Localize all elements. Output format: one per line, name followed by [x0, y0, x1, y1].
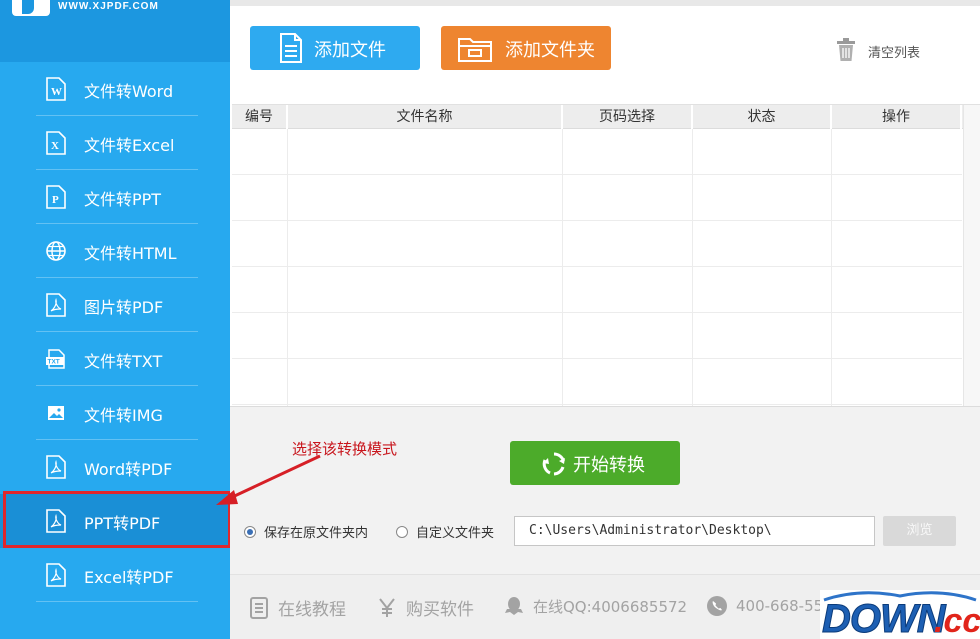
logo-url: WWW.XJPDF.COM	[58, 1, 159, 12]
footer-label: 在线QQ:4006685572	[533, 597, 688, 616]
sidebar-item-label: 图片转PDF	[84, 298, 164, 317]
sidebar-item-label: 文件转Word	[84, 82, 174, 101]
svg-text:P: P	[52, 194, 59, 206]
browse-button[interactable]: 浏览	[883, 516, 956, 546]
highlight-box	[3, 491, 231, 548]
sidebar-item-label: Word转PDF	[84, 460, 173, 479]
save-original-folder-option[interactable]: 保存在原文件夹内	[244, 522, 368, 541]
word-file-icon: W	[44, 77, 68, 101]
column-header-actions: 操作	[832, 105, 962, 129]
file-table: 编号 文件名称 页码选择 状态 操作	[232, 104, 980, 407]
start-conversion-label: 开始转换	[573, 455, 645, 476]
row-divider	[232, 220, 962, 221]
online-tutorial-link[interactable]: 在线教程	[248, 595, 346, 620]
sidebar-item-html[interactable]: 文件转HTML	[0, 224, 230, 278]
online-qq-link[interactable]: 在线QQ:4006685572	[503, 595, 687, 617]
add-file-label: 添加文件	[314, 40, 386, 61]
add-folder-button[interactable]: 添加文件夹	[441, 26, 611, 70]
options-panel	[230, 406, 980, 574]
txt-file-icon: TXT	[44, 347, 68, 371]
column-header-number: 编号	[232, 105, 288, 129]
footer-label: 在线教程	[278, 600, 346, 620]
radio-button[interactable]	[244, 525, 256, 538]
pdf-file-icon	[44, 563, 68, 587]
custom-folder-option[interactable]: 自定义文件夹	[396, 522, 494, 541]
refresh-icon	[542, 452, 566, 476]
logo-area: WWW.XJPDF.COM	[0, 0, 230, 62]
sidebar-item-label: 文件转TXT	[84, 352, 163, 371]
svg-text:.cc: .cc	[934, 602, 980, 639]
sidebar-item-excel[interactable]: X 文件转Excel	[0, 116, 230, 170]
pdf-file-icon	[44, 455, 68, 479]
document-icon	[248, 596, 270, 619]
excel-file-icon: X	[44, 131, 68, 155]
globe-icon	[44, 239, 68, 263]
image-icon	[44, 401, 68, 425]
table-scrollbar[interactable]	[963, 105, 980, 407]
column-header-filename: 文件名称	[288, 105, 563, 129]
yen-icon	[376, 597, 398, 619]
sidebar-item-label: 文件转HTML	[84, 244, 177, 263]
radio-label: 保存在原文件夹内	[264, 526, 369, 541]
sidebar-item-label: 文件转PPT	[84, 190, 162, 209]
ppt-file-icon: P	[44, 185, 68, 209]
column-divider	[287, 129, 288, 407]
logo-icon	[12, 0, 50, 16]
clear-list-label: 清空列表	[868, 46, 921, 61]
column-header-status: 状态	[693, 105, 832, 129]
buy-software-link[interactable]: 购买软件	[376, 595, 474, 620]
sidebar-item-img[interactable]: 文件转IMG	[0, 386, 230, 440]
footer-label: 购买软件	[406, 600, 474, 620]
top-strip	[230, 0, 980, 6]
svg-text:X: X	[51, 140, 59, 152]
row-divider	[232, 266, 962, 267]
row-divider	[232, 404, 962, 405]
svg-text:W: W	[51, 86, 62, 98]
phone-link[interactable]: 400-668-55	[706, 595, 823, 617]
radio-label: 自定义文件夹	[416, 526, 495, 541]
add-file-button[interactable]: 添加文件	[250, 26, 420, 70]
folder-icon	[457, 33, 493, 63]
column-header-page-select: 页码选择	[563, 105, 693, 129]
svg-text:TXT: TXT	[48, 359, 60, 366]
add-folder-label: 添加文件夹	[505, 40, 595, 61]
watermark-text: DOWN	[822, 597, 947, 639]
sidebar-item-image-to-pdf[interactable]: 图片转PDF	[0, 278, 230, 332]
row-divider	[232, 358, 962, 359]
sidebar-item-label: 文件转IMG	[84, 406, 163, 425]
phone-icon	[706, 595, 728, 617]
column-divider	[692, 129, 693, 407]
watermark-logo: DOWN .cc	[820, 590, 980, 639]
sidebar-item-word[interactable]: W 文件转Word	[0, 62, 230, 116]
output-path-input[interactable]: C:\Users\Administrator\Desktop\	[514, 516, 875, 546]
footer-label: 400-668-55	[736, 597, 824, 615]
sidebar-item-label: Excel转PDF	[84, 568, 174, 587]
row-divider	[232, 312, 962, 313]
column-divider	[831, 129, 832, 407]
qq-icon	[503, 595, 525, 617]
trash-icon	[836, 38, 856, 62]
annotation-arrow	[216, 454, 321, 505]
sidebar-item-ppt[interactable]: P 文件转PPT	[0, 170, 230, 224]
radio-button[interactable]	[396, 525, 408, 538]
sidebar-item-label: 文件转Excel	[84, 136, 175, 155]
row-divider	[232, 174, 962, 175]
document-icon	[278, 33, 304, 63]
start-conversion-button[interactable]: 开始转换	[510, 441, 680, 485]
sidebar-item-excel-to-pdf[interactable]: Excel转PDF	[0, 548, 230, 602]
column-divider	[562, 129, 563, 407]
table-header: 编号 文件名称 页码选择 状态 操作	[232, 105, 980, 129]
pdf-file-icon	[44, 293, 68, 317]
sidebar-item-word-to-pdf[interactable]: Word转PDF	[0, 440, 230, 494]
sidebar-item-txt[interactable]: TXT 文件转TXT	[0, 332, 230, 386]
